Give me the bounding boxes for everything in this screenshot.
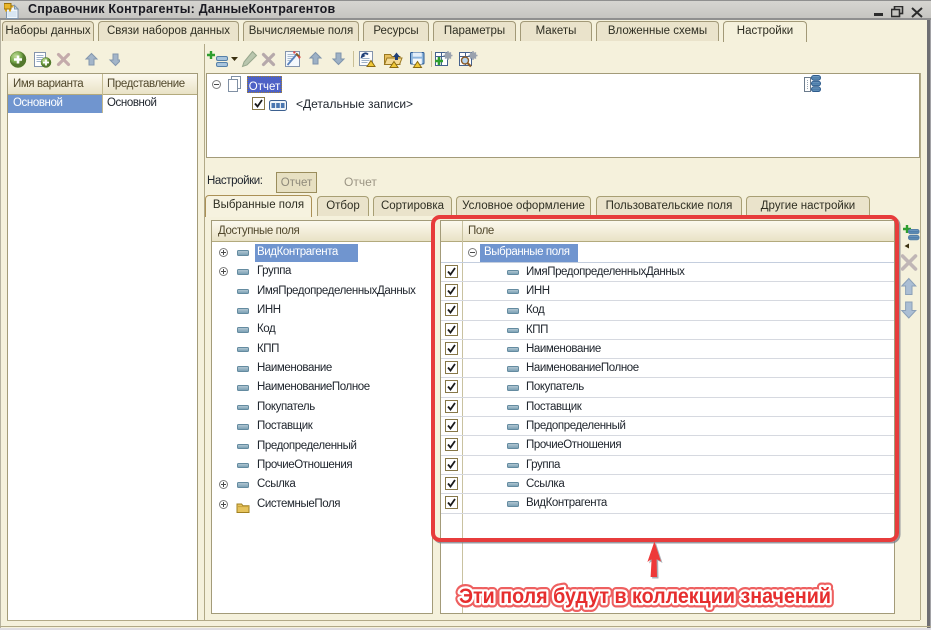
- svg-text:Эти поля будут в коллекции зна: Эти поля будут в коллекции значений: [459, 585, 831, 608]
